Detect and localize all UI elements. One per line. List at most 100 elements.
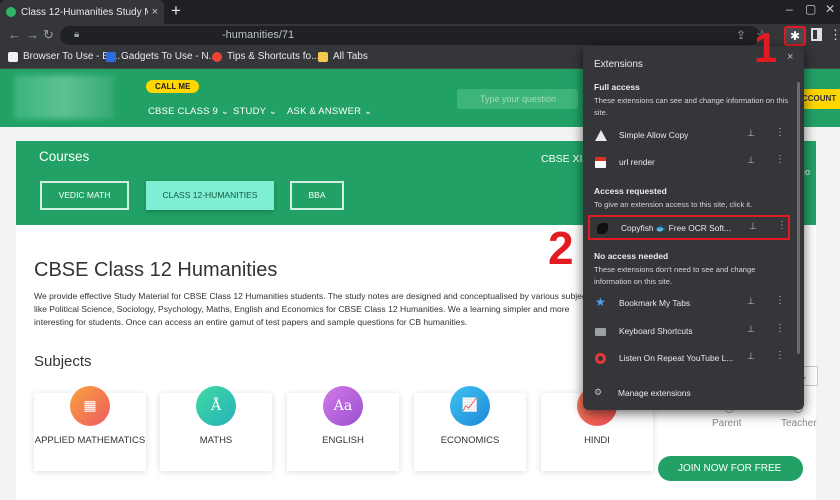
chart-icon: 📈 bbox=[450, 386, 490, 426]
nav-study[interactable]: STUDY ⌄ bbox=[233, 106, 277, 117]
url-text: -humanities/71 bbox=[222, 29, 295, 41]
tab-close-icon[interactable]: × bbox=[152, 6, 158, 18]
extension-name: Simple Allow Copy bbox=[619, 130, 689, 140]
manage-extensions-label: Manage extensions bbox=[618, 387, 691, 398]
more-icon[interactable]: ⋮ bbox=[775, 350, 785, 361]
full-access-heading: Full access bbox=[594, 82, 640, 92]
subject-label: ECONOMICS bbox=[440, 435, 500, 446]
bookmark-item[interactable]: Browser To Use - Br... bbox=[8, 51, 120, 62]
pin-icon[interactable]: ⊥ bbox=[747, 296, 755, 307]
popup-close-icon[interactable]: × bbox=[787, 51, 793, 63]
star-icon: ★ bbox=[595, 295, 606, 309]
extensions-popup: Extensions × Full access These extension… bbox=[583, 46, 804, 410]
extension-item[interactable]: Keyboard Shortcuts ⊥ ⋮ bbox=[588, 320, 790, 342]
chrome-menu-icon[interactable]: ⋮ bbox=[829, 27, 840, 43]
bookmark-folder-icon bbox=[318, 51, 328, 62]
subjects-title: Subjects bbox=[34, 353, 92, 370]
extension-name: Listen On Repeat YouTube L... bbox=[619, 353, 734, 363]
tab-strip: Class 12-Humanities Study Mate × + – ▢ ✕ bbox=[0, 0, 840, 24]
more-icon[interactable]: ⋮ bbox=[775, 154, 785, 165]
more-icon[interactable]: ⋮ bbox=[775, 295, 785, 306]
bookmark-favicon-icon bbox=[106, 51, 116, 62]
tab-title: Class 12-Humanities Study Mate bbox=[21, 6, 148, 18]
more-icon[interactable]: ⋮ bbox=[775, 323, 785, 334]
page-description: We provide effective Study Material for … bbox=[34, 291, 593, 328]
more-icon[interactable]: ⋮ bbox=[775, 127, 785, 138]
full-access-description: These extensions can see and change info… bbox=[594, 96, 789, 117]
lock-icon[interactable]: 🔒︎ bbox=[74, 29, 79, 40]
browser-toolbar: ← → ↻ 🔒︎ -humanities/71 ⇪ ☆ bbox=[0, 24, 840, 47]
extension-item[interactable]: Listen On Repeat YouTube L... ⊥ ⋮ bbox=[588, 347, 790, 369]
nav-ask-answer[interactable]: ASK & ANSWER ⌄ bbox=[287, 106, 372, 117]
bookmark-item[interactable]: Gadgets To Use - N... bbox=[106, 51, 217, 62]
forward-icon[interactable]: → bbox=[26, 27, 39, 42]
bookmark-favicon-icon bbox=[8, 51, 18, 62]
extension-name: Copyfish 🐟 Free OCR Soft... bbox=[621, 223, 732, 233]
extension-name: Keyboard Shortcuts bbox=[619, 326, 693, 336]
course-cbse-xii-link[interactable]: CBSE XII bbox=[541, 153, 585, 165]
copyfish-icon bbox=[597, 223, 608, 234]
url-render-icon bbox=[595, 157, 606, 168]
window-close-icon[interactable]: ✕ bbox=[825, 2, 835, 16]
bookmark-label: Tips & Shortcuts fo... bbox=[227, 51, 320, 62]
extension-item-copyfish[interactable]: Copyfish 🐟 Free OCR Soft... ⊥ ⋮ bbox=[588, 215, 790, 240]
callout-number-1: 1 bbox=[754, 24, 778, 71]
extension-item[interactable]: ★ Bookmark My Tabs ⊥ ⋮ bbox=[588, 292, 790, 314]
text-aa-icon: Aa bbox=[323, 386, 363, 426]
calculator-icon: ▦ bbox=[70, 386, 110, 426]
subject-card-applied-mathematics[interactable]: ▦ APPLIED MATHEMATICS bbox=[34, 386, 146, 471]
site-logo[interactable] bbox=[14, 75, 114, 119]
call-me-button[interactable]: CALL ME bbox=[146, 80, 200, 93]
side-panel-icon[interactable] bbox=[811, 28, 822, 41]
popup-title: Extensions bbox=[594, 59, 643, 70]
pin-icon[interactable]: ⊥ bbox=[747, 155, 755, 166]
subject-label: APPLIED MATHEMATICS bbox=[34, 435, 146, 446]
address-bar[interactable]: 🔒︎ -humanities/71 ⇪ ☆ bbox=[60, 26, 768, 45]
minimize-icon[interactable]: – bbox=[786, 2, 793, 16]
course-bba-button[interactable]: BBA bbox=[290, 181, 344, 210]
extension-name: Bookmark My Tabs bbox=[619, 298, 691, 308]
pin-icon[interactable]: ⊥ bbox=[747, 324, 755, 335]
bookmark-label: Gadgets To Use - N... bbox=[121, 51, 217, 62]
question-search-input[interactable]: Type your question bbox=[457, 89, 578, 109]
more-icon[interactable]: ⋮ bbox=[777, 220, 787, 231]
new-tab-button[interactable]: + bbox=[171, 2, 181, 20]
back-icon[interactable]: ← bbox=[8, 27, 21, 42]
extensions-puzzle-icon[interactable]: ✱ bbox=[784, 26, 806, 46]
subject-label: MATHS bbox=[199, 435, 233, 446]
join-now-button[interactable]: JOIN NOW FOR FREE bbox=[658, 456, 803, 481]
extension-item[interactable]: Simple Allow Copy ⊥ ⋮ bbox=[588, 124, 790, 146]
subject-label: ENGLISH bbox=[322, 435, 364, 446]
pin-icon[interactable]: ⊥ bbox=[747, 351, 755, 362]
course-vedic-math-button[interactable]: VEDIC MATH bbox=[40, 181, 129, 210]
bookmark-item[interactable]: All Tabs bbox=[318, 51, 368, 62]
bookmark-item[interactable]: Tips & Shortcuts fo... bbox=[212, 51, 319, 62]
reload-icon[interactable]: ↻ bbox=[43, 27, 54, 43]
parent-label: Parent bbox=[712, 418, 742, 429]
bookmark-favicon-icon bbox=[212, 51, 222, 62]
extension-item[interactable]: url render ⊥ ⋮ bbox=[588, 151, 790, 173]
triangle-icon bbox=[595, 130, 607, 141]
keyboard-icon bbox=[595, 328, 606, 336]
pin-icon[interactable]: ⊥ bbox=[749, 221, 757, 232]
maximize-icon[interactable]: ▢ bbox=[805, 2, 816, 16]
gear-icon: ⚙ bbox=[594, 387, 603, 397]
no-access-heading: No access needed bbox=[594, 251, 669, 261]
callout-number-2: 2 bbox=[548, 222, 574, 274]
browser-tab[interactable]: Class 12-Humanities Study Mate × bbox=[0, 0, 164, 24]
pin-icon[interactable]: ⊥ bbox=[747, 128, 755, 139]
access-requested-heading: Access requested bbox=[594, 186, 667, 196]
bookmark-label: All Tabs bbox=[333, 51, 368, 62]
teacher-label: Teacher bbox=[781, 418, 817, 429]
subject-label: HINDI bbox=[584, 435, 610, 446]
repeat-icon bbox=[595, 353, 606, 364]
share-icon[interactable]: ⇪ bbox=[736, 28, 746, 42]
subject-card-maths[interactable]: Å MATHS bbox=[160, 386, 272, 471]
compass-icon: Å bbox=[196, 386, 236, 426]
subject-card-english[interactable]: Aa ENGLISH bbox=[287, 386, 399, 471]
course-class12-humanities-button[interactable]: CLASS 12-HUMANITIES bbox=[146, 181, 274, 210]
manage-extensions-link[interactable]: ⚙ Manage extensions bbox=[594, 387, 691, 398]
subject-card-economics[interactable]: 📈 ECONOMICS bbox=[414, 386, 526, 471]
nav-cbse-class-9[interactable]: CBSE CLASS 9 ⌄ bbox=[148, 106, 229, 117]
popup-scrollbar[interactable] bbox=[797, 82, 800, 354]
